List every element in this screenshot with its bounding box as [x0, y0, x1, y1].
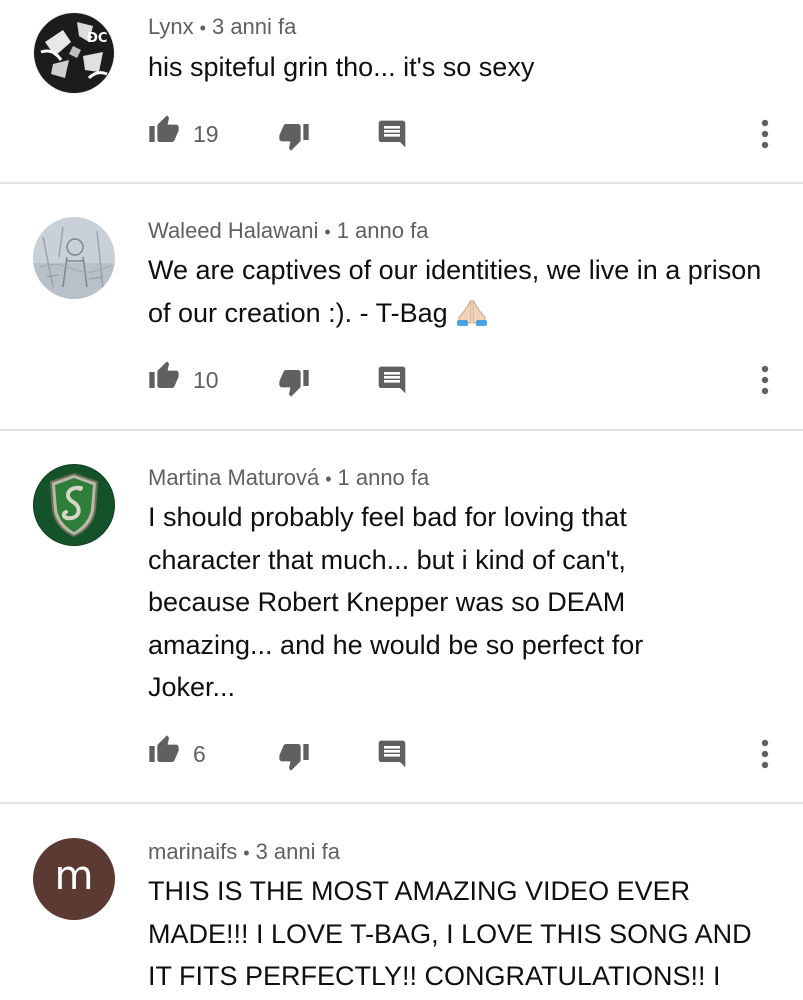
- thumbs-down-icon[interactable]: [278, 740, 310, 772]
- timestamp[interactable]: 3 anni fa: [256, 839, 340, 864]
- slytherin-crest-avatar: [33, 464, 115, 546]
- reply-icon[interactable]: [376, 364, 408, 396]
- separator-dot: •: [243, 843, 250, 863]
- thumbs-up-icon[interactable]: [148, 114, 180, 146]
- comment-meta: Lynx • 3 anni fa: [148, 14, 296, 40]
- sketch-avatar: [33, 217, 115, 299]
- timestamp[interactable]: 3 anni fa: [212, 14, 296, 39]
- avatar[interactable]: m: [33, 838, 115, 920]
- avatar[interactable]: [33, 217, 115, 299]
- like-count: 10: [193, 367, 219, 393]
- more-vert-icon[interactable]: [758, 118, 772, 150]
- separator-dot: •: [325, 469, 332, 489]
- thumbs-up-icon[interactable]: [148, 360, 180, 392]
- reply-icon[interactable]: [376, 118, 408, 150]
- svg-text:ÐC: ÐC: [87, 31, 107, 46]
- folded-hands-icon: [454, 296, 490, 339]
- author-name[interactable]: Martina Maturová: [148, 465, 319, 490]
- timestamp[interactable]: 1 anno fa: [337, 218, 429, 243]
- divider: [0, 802, 803, 804]
- like-count: 6: [193, 741, 206, 767]
- author-name[interactable]: Lynx: [148, 14, 194, 39]
- thumbs-down-icon[interactable]: [278, 366, 310, 398]
- thumbs-down-icon[interactable]: [278, 120, 310, 152]
- like-count: 19: [193, 121, 219, 147]
- comment-meta: marinaifs • 3 anni fa: [148, 839, 340, 865]
- divider: [0, 429, 803, 431]
- author-name[interactable]: Waleed Halawani: [148, 218, 318, 243]
- dark-pattern-avatar: ÐC: [33, 12, 115, 94]
- comment-meta: Martina Maturová • 1 anno fa: [148, 465, 429, 491]
- comment-text: I should probably feel bad for loving th…: [148, 502, 644, 702]
- divider: [0, 182, 803, 184]
- timestamp[interactable]: 1 anno fa: [338, 465, 430, 490]
- comment-text: We are captives of our identities, we li…: [148, 249, 778, 338]
- avatar[interactable]: [33, 464, 115, 546]
- reply-icon[interactable]: [376, 738, 408, 770]
- letter-avatar: m: [33, 838, 115, 920]
- separator-dot: •: [199, 18, 206, 38]
- avatar[interactable]: ÐC: [33, 12, 115, 94]
- separator-dot: •: [324, 222, 331, 242]
- comment-text: his spiteful grin tho... it's so sexy: [148, 52, 535, 82]
- more-vert-icon[interactable]: [758, 364, 772, 396]
- comment-meta: Waleed Halawani • 1 anno fa: [148, 218, 428, 244]
- comment-text: THIS IS THE MOST AMAZING VIDEO EVER MADE…: [148, 876, 752, 991]
- more-vert-icon[interactable]: [758, 738, 772, 770]
- thumbs-up-icon[interactable]: [148, 734, 180, 766]
- author-name[interactable]: marinaifs: [148, 839, 237, 864]
